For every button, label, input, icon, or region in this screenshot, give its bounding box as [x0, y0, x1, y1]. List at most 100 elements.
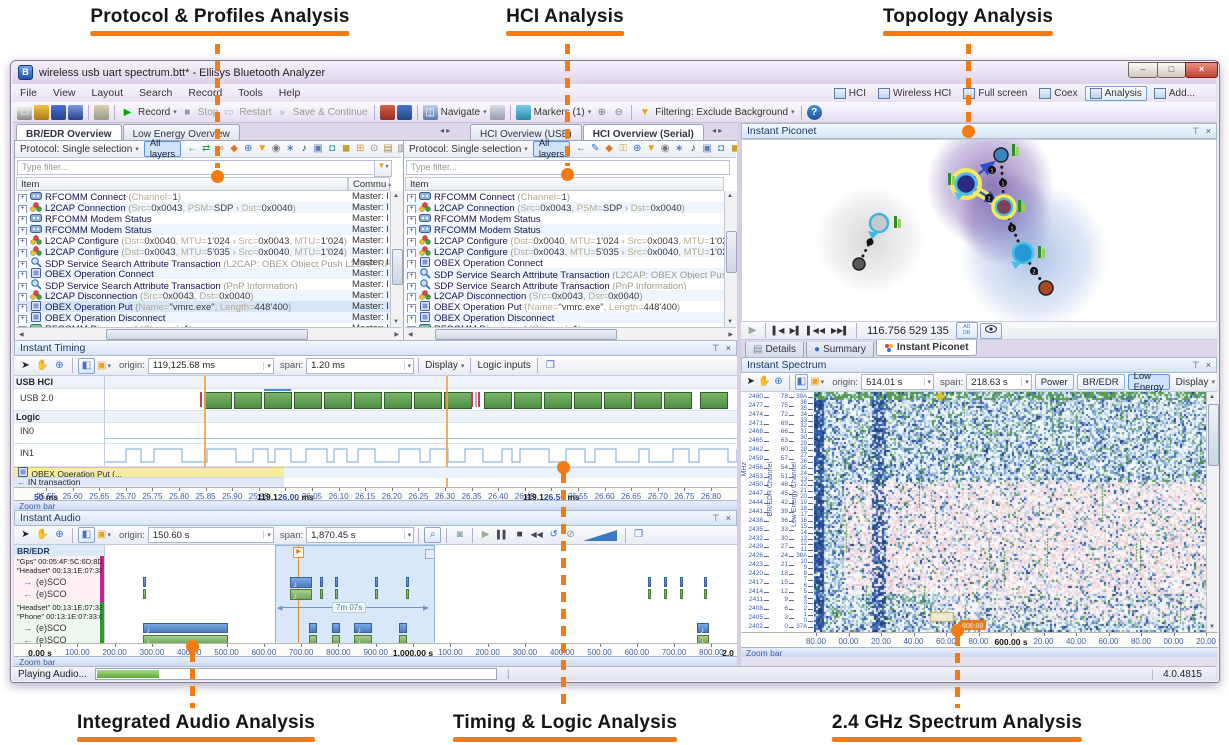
tree-row[interactable]: +L2CAP Configure (Dst=0x0043, MTU=5'035 … — [16, 246, 390, 257]
usb-packet-block[interactable] — [414, 392, 442, 409]
tree-row[interactable]: +SDP Service Search Attribute Transactio… — [16, 279, 390, 290]
tree-row[interactable]: +OBEX Operation Disconnect Master: I — [16, 312, 390, 323]
expand-icon[interactable]: + — [18, 205, 27, 213]
usb-packet-block[interactable] — [544, 392, 572, 409]
expand-icon[interactable]: + — [407, 227, 416, 235]
columns-icon[interactable]: ◧ — [78, 358, 95, 374]
expand-icon[interactable]: + — [18, 261, 27, 268]
tab-summary[interactable]: ●Summary — [806, 342, 874, 358]
audio-event[interactable] — [309, 635, 317, 643]
close-icon[interactable]: × — [726, 513, 731, 523]
audio-event[interactable] — [332, 635, 340, 643]
zoom-tool-icon[interactable]: ⊕ — [52, 528, 67, 542]
audio-event[interactable] — [704, 589, 707, 599]
spectrum-vscrollbar[interactable]: ▲▼ — [1206, 392, 1219, 632]
zoom-in-icon[interactable]: ⊕ — [594, 105, 609, 120]
zoom-tool-icon[interactable]: ⊕ — [52, 359, 67, 373]
stop-icon[interactable]: ■ — [512, 528, 527, 542]
navigate-button[interactable]: Navigate — [441, 107, 480, 118]
usb-packet-block[interactable] — [664, 392, 692, 409]
speaker-icon[interactable]: ◙ — [452, 528, 467, 542]
menu-help[interactable]: Help — [271, 86, 309, 100]
funnel-icon[interactable]: ▼ — [255, 142, 269, 156]
star-icon[interactable]: ∗ — [283, 142, 297, 156]
sco-stream-row[interactable]: ←(e)SCO — [14, 589, 126, 600]
sco-stream-row[interactable]: ←(e)SCO — [14, 635, 126, 643]
tree-left-hscrollbar[interactable]: ◀▶ — [16, 327, 402, 340]
open-folder-icon[interactable] — [34, 105, 49, 120]
play-marker-icon[interactable]: ▶ — [293, 547, 304, 558]
tab-scroll-left-icon[interactable]: ◂ ▸ — [440, 126, 450, 135]
expand-icon[interactable]: + — [407, 249, 416, 257]
audio-plot[interactable]: BR/EDR"Gps" 00:05:4F:5C:6D:8D"Headset" 0… — [14, 545, 737, 643]
audio-event[interactable]: ♪ — [354, 635, 372, 643]
type-filter-input-left[interactable]: Type filter... — [17, 160, 378, 175]
tree-row[interactable]: +RFCOMM Connect (Channel=1)Master: I — [16, 191, 390, 202]
markers-1--button[interactable]: Markers (1) — [534, 107, 585, 118]
pin-icon[interactable]: ⊤ — [1192, 360, 1200, 371]
audio-event[interactable] — [399, 623, 407, 633]
video-icon[interactable]: ▣ — [311, 142, 325, 156]
columns-icon[interactable]: ◧ — [795, 374, 808, 390]
visibility-eye-icon[interactable] — [980, 323, 1002, 339]
instant-audio-titlebar[interactable]: Instant Audio ⊤× — [14, 510, 737, 526]
key-icon[interactable]: ⚿ — [616, 142, 630, 156]
pan-tool-icon[interactable]: ✋ — [35, 359, 50, 373]
record-icon[interactable]: ◉ — [658, 142, 672, 156]
save-continue-button[interactable]: Save & Continue — [293, 107, 368, 118]
search-icon[interactable]: ⊕ — [241, 142, 255, 156]
expand-icon[interactable]: + — [407, 260, 416, 268]
tree-right-hscrollbar[interactable]: ◀▶ — [405, 327, 736, 340]
audio-event[interactable] — [680, 577, 683, 587]
marker-icon[interactable]: ◆ — [227, 142, 241, 156]
tree-row[interactable]: +OBEX Operation Disconnect — [405, 312, 724, 323]
expand-icon[interactable]: + — [18, 227, 27, 235]
menu-file[interactable]: File — [12, 86, 45, 100]
copy-icon[interactable]: ❐ — [631, 528, 646, 542]
item-tree-right[interactable]: +RFCOMM Connect (Channel=1)+L2CAP Connec… — [405, 191, 724, 327]
tree-row[interactable]: +L2CAP Disconnection (Src=0x0043, Dst=0x… — [405, 290, 724, 301]
usb-packet-block[interactable] — [634, 392, 662, 409]
menu-record[interactable]: Record — [180, 86, 230, 100]
timing-origin-combo[interactable]: 119,125.68 ms▾ — [148, 358, 274, 374]
new-file-icon[interactable]: □ — [17, 105, 32, 120]
audio-event[interactable]: ♪ — [143, 623, 228, 633]
audio-event[interactable]: ♪ — [697, 635, 709, 643]
pause-icon[interactable]: ▌▌ — [495, 528, 510, 542]
tree-row[interactable]: +RFCOMM Modem Status Master: I — [16, 224, 390, 235]
item-tree-left[interactable]: +RFCOMM Connect (Channel=1)Master: I +L2C… — [16, 191, 390, 327]
audio-event[interactable] — [143, 577, 146, 587]
copy-icon[interactable]: ❐ — [543, 359, 558, 373]
audio-event[interactable] — [680, 589, 683, 599]
audio-event[interactable] — [332, 623, 340, 633]
next-event-icon[interactable]: ▶▶▌ — [829, 324, 851, 338]
usb-packet-block[interactable] — [354, 392, 382, 409]
piconet-canvas[interactable]: 1 1 2 1 2 — [741, 139, 1217, 322]
br-edr-toggle[interactable]: BR/EDR — [1077, 374, 1125, 390]
audio-event[interactable]: ♪ — [290, 589, 312, 600]
columns-icon[interactable]: ◧ — [78, 527, 95, 543]
tree-row[interactable]: +OBEX Operation Connect — [405, 257, 724, 268]
video-icon[interactable]: ▣ — [700, 142, 714, 156]
minimize-button[interactable]: – — [1128, 62, 1158, 78]
audio-event[interactable] — [664, 589, 667, 599]
close-icon[interactable]: × — [1206, 126, 1211, 136]
tree-row[interactable]: +OBEX Operation Put (Name="vmrc.exe", Le… — [16, 301, 390, 312]
tree-row[interactable]: +OBEX Operation Connect Master: I — [16, 268, 390, 279]
audio-event[interactable] — [406, 577, 409, 587]
selection-handle[interactable] — [425, 549, 435, 559]
audio-zoombar[interactable]: Zoom bar — [14, 656, 737, 666]
expand-icon[interactable]: + — [18, 304, 27, 312]
expand-icon[interactable]: + — [407, 293, 416, 301]
timing-plot[interactable]: USB HCIUSB 2.0LogicIN0IN1 OBEX Operation… — [14, 376, 737, 487]
expand-icon[interactable]: + — [18, 315, 27, 323]
loop-icon[interactable]: ↺ — [546, 528, 561, 542]
display-menu[interactable]: Display — [1176, 377, 1209, 388]
tree-row[interactable]: +L2CAP Configure (Dst=0x0043, MTU=5'035 … — [405, 246, 724, 257]
tree-row[interactable]: +L2CAP Connection (Src=0x0043, PSM=SDP ›… — [405, 202, 724, 213]
audio-event[interactable] — [309, 623, 317, 633]
audio-span-combo[interactable]: 1,870.45 s▾ — [306, 527, 414, 543]
menu-layout[interactable]: Layout — [84, 86, 132, 100]
pin-icon[interactable]: ⊤ — [712, 343, 720, 354]
restart-button[interactable]: Restart — [239, 107, 271, 118]
